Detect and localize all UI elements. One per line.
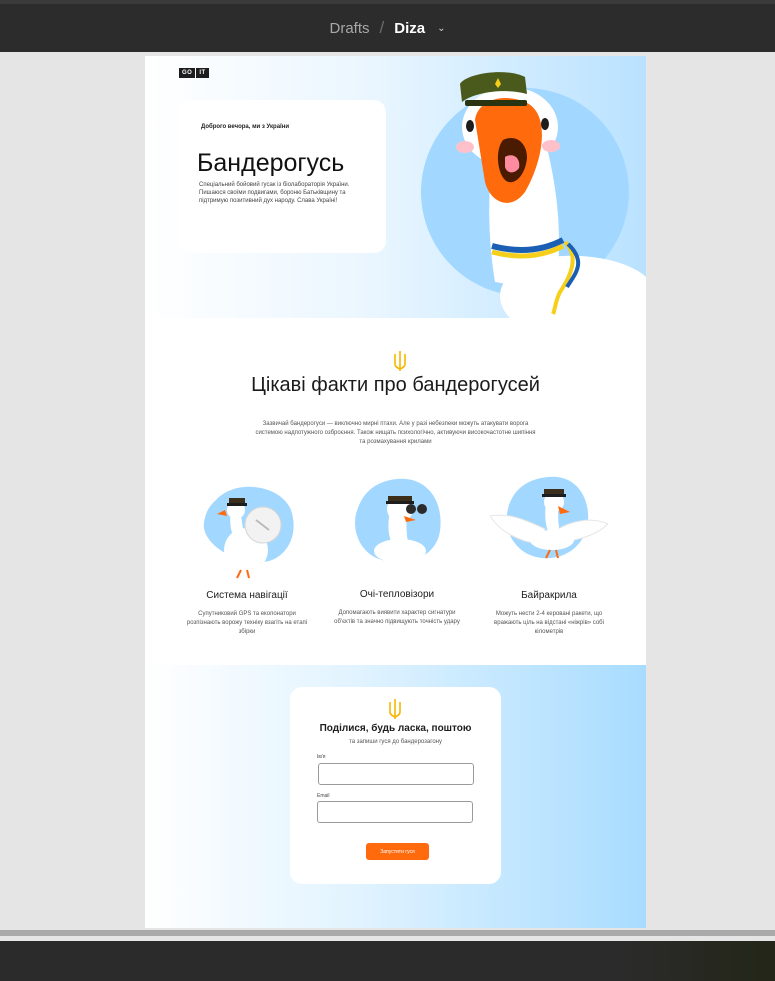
breadcrumb-separator: / — [379, 18, 385, 37]
facts-title: Цікаві факти про бандерогусей — [251, 374, 540, 396]
goose-wings-illustration — [490, 476, 608, 559]
hero-greeting: Доброго вечора, ми з України — [201, 124, 290, 130]
fact-card: Система навігації Супутниковий GPS та ек… — [177, 590, 317, 637]
fact-card: Байракрила Можуть нести 2-4 керовані рак… — [479, 590, 619, 637]
goose-navigation-illustration — [203, 486, 294, 579]
form-subtitle: та запиши гуся до бандерозагону — [349, 739, 442, 745]
breadcrumb-drafts[interactable]: Drafts — [330, 20, 370, 37]
canvas-scrollbar[interactable] — [0, 930, 775, 936]
form-title: Поділися, будь ласка, поштою — [319, 723, 472, 734]
name-field[interactable] — [318, 763, 474, 785]
goose-thermal-eyes-illustration — [355, 478, 441, 563]
email-label: Email — [317, 793, 330, 799]
fact-title: Байракрила — [521, 590, 577, 601]
submit-button[interactable]: Запустити гуся — [366, 843, 429, 860]
chevron-down-icon[interactable]: ⌄ — [437, 23, 445, 34]
design-frame: GO IT Доброго вечора, ми з України Банде… — [145, 56, 646, 928]
goit-logo: GO IT — [179, 68, 209, 78]
email-field[interactable] — [317, 801, 473, 823]
subscribe-section: Поділися, будь ласка, поштою та запиши г… — [145, 665, 646, 928]
trident-icon — [389, 699, 401, 719]
fact-description: Допомагають виявити характер сигнатури о… — [334, 610, 460, 625]
fact-title: Система навігації — [206, 590, 288, 601]
trident-icon — [394, 351, 406, 371]
file-name[interactable]: Diza — [394, 20, 425, 37]
fact-description: Можуть нести 2-4 керовані ракети, що вра… — [494, 611, 604, 635]
facts-description: Зазвичай бандерогуси — виключно мирні пт… — [255, 421, 536, 445]
subscribe-form: Поділися, будь ласка, поштою та запиши г… — [290, 687, 501, 884]
bottom-panel — [0, 941, 775, 981]
hero-title: Бандерогусь — [197, 149, 345, 177]
fact-title: Очі-тепловізори — [359, 589, 435, 600]
hero-card: Доброго вечора, ми з України Бандерогусь… — [178, 100, 386, 253]
logo-go: GO — [179, 68, 196, 78]
fact-description: Супутниковий GPS та екопонатори розпізна… — [186, 611, 308, 635]
hero-section: GO IT Доброго вечора, ми з України Банде… — [145, 56, 646, 318]
hero-description: Спеціальний бойовий гусак із біолаборато… — [199, 182, 350, 204]
logo-it: IT — [196, 68, 209, 78]
fact-card: Очі-тепловізори Допомагають виявити хара… — [327, 589, 467, 627]
toolbar: Drafts / Diza ⌄ — [0, 0, 775, 52]
name-label: Ім'я — [317, 754, 326, 760]
goose-illustration — [421, 72, 646, 318]
